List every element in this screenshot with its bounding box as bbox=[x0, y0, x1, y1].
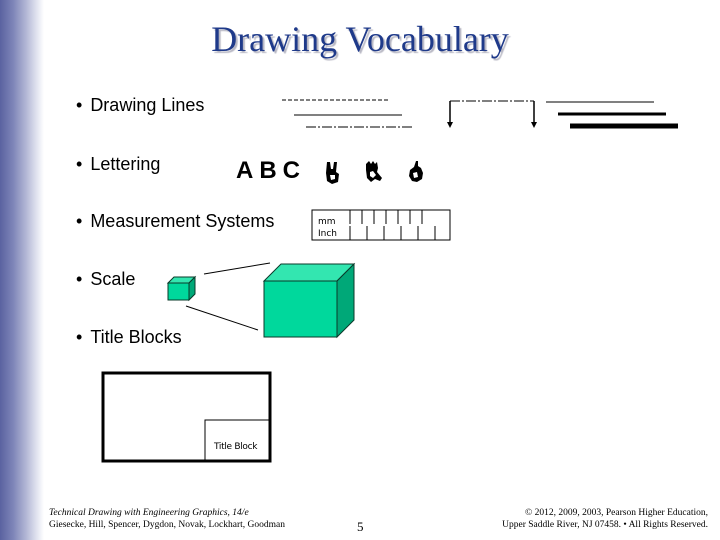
hand-sign-b-icon bbox=[366, 161, 382, 182]
unit-mm-label: mm bbox=[318, 217, 336, 227]
footer-copyright: © 2012, 2009, 2003, Pearson Higher Educa… bbox=[502, 507, 708, 531]
large-cube bbox=[262, 262, 356, 339]
page-number: 5 bbox=[357, 519, 364, 534]
copyright-line-1: © 2012, 2009, 2003, Pearson Higher Educa… bbox=[525, 508, 708, 518]
unit-inch-label: Inch bbox=[318, 229, 337, 239]
book-title: Technical Drawing with Engineering Graph… bbox=[49, 508, 249, 518]
hand-sign-a-icon bbox=[326, 162, 339, 184]
arrow-head-right bbox=[531, 122, 537, 128]
arrow-head-left bbox=[447, 122, 453, 128]
drawing-lines-illustration: mm Inch bbox=[101, 99, 678, 463]
title-block-label: Title Block bbox=[214, 442, 258, 452]
copyright-line-2: Upper Saddle River, NJ 07458. • All Righ… bbox=[502, 520, 708, 530]
small-cube bbox=[166, 275, 197, 302]
scale-projection-line-top bbox=[203, 262, 271, 275]
measurement-ruler: mm Inch bbox=[311, 209, 451, 241]
small-cube-front bbox=[167, 282, 190, 301]
hand-sign-c-icon bbox=[409, 161, 423, 182]
book-authors: Giesecke, Hill, Spencer, Dygdon, Novak, … bbox=[49, 520, 286, 530]
lettering-standard-abc: ABC bbox=[236, 157, 306, 184]
large-cube-front bbox=[263, 280, 338, 338]
scale-projection-line-bottom bbox=[185, 305, 259, 331]
footer-citation: Technical Drawing with Engineering Graph… bbox=[49, 507, 285, 531]
dimension-line bbox=[447, 100, 537, 128]
